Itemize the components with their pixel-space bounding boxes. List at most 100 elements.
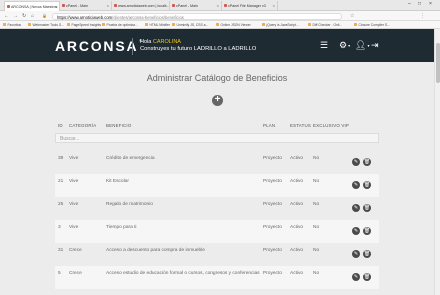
cell-id: 5 (58, 271, 61, 276)
header-divider (132, 38, 133, 55)
tab-label: www.arnoticiaweb.com | locali... (118, 4, 169, 8)
bookmark-item[interactable]: Prueba de optimiza... (102, 23, 138, 27)
tab-cpanel[interactable]: cPanel - Main × (60, 1, 112, 11)
page-title: Administrar Catálogo de Beneficios (146, 73, 288, 83)
url-input[interactable]: https://www.arnoticiaweb.com/clientes/ar… (52, 12, 342, 20)
logo-text: ARCONSA (55, 38, 139, 54)
column-header-estatus[interactable]: ESTATUS (290, 123, 311, 128)
cell-beneficio: Kit Escolar (106, 179, 129, 184)
bookmark-item[interactable]: Online JSON Viewer (216, 23, 251, 27)
page-scrollbar[interactable] (434, 29, 440, 295)
gear-icon[interactable]: ⚙▾ (339, 40, 350, 51)
menu-hamburger-icon[interactable]: ☰ (320, 40, 328, 50)
bookmark-item[interactable]: Unminify JS, CSS a... (172, 23, 209, 27)
favicon-icon (172, 4, 175, 7)
cell-vip: No (313, 271, 320, 276)
close-tab-icon[interactable]: × (217, 3, 219, 8)
cell-id: 31 (58, 248, 64, 253)
tab-cpanel-2[interactable]: cPanel - Main × (170, 1, 222, 11)
cell-categoria: Crece (69, 248, 82, 253)
delete-icon[interactable]: 🗑︎ (363, 250, 371, 258)
cell-id: 21 (58, 179, 64, 184)
cell-plan: Proyecto (263, 156, 282, 161)
bookmark-item[interactable]: HTML Minifier (145, 23, 170, 27)
table-row: 5 Crece Acceso estudio de educación form… (55, 266, 379, 289)
browser-tab-strip: ARCONSA | Nexus Maestros × cPanel - Main ×… (0, 0, 440, 11)
close-tab-icon[interactable]: × (107, 3, 109, 8)
cell-estatus: Activo (290, 248, 304, 253)
delete-icon[interactable]: 🗑︎ (363, 227, 371, 235)
cell-beneficio: Regalo de matrimonio (106, 202, 153, 207)
arconsa-logo[interactable]: ARCONSA® (55, 38, 142, 54)
url-host: https://www.arnoticiaweb.com (57, 14, 113, 20)
cell-estatus: Activo (290, 202, 304, 207)
add-benefit-button[interactable]: + (212, 95, 223, 106)
column-header-plan[interactable]: PLAN (263, 123, 275, 128)
tab-arnoticiaweb[interactable]: www.arnoticiaweb.com | locali... × (112, 1, 170, 11)
cell-beneficio: Tiempo para ti (106, 225, 137, 230)
table-row: 21 Vive Kit Escolar Proyecto Activo No ✎… (55, 174, 379, 197)
edit-icon[interactable]: ✎ (352, 158, 360, 166)
delete-icon[interactable]: 🗑︎ (363, 158, 371, 166)
logout-icon[interactable]: ⇥ (371, 40, 379, 50)
delete-icon[interactable]: 🗑︎ (363, 273, 371, 281)
cell-beneficio: Acceso estudio de educación formal o cur… (106, 271, 260, 276)
user-name: CAROLINA (152, 39, 181, 45)
forward-icon[interactable]: → (13, 13, 18, 19)
edit-icon[interactable]: ✎ (352, 273, 360, 281)
favicon-icon (7, 5, 10, 8)
maximize-icon[interactable]: □ (418, 1, 421, 7)
column-header-id[interactable]: ID (58, 123, 63, 128)
menu-icon[interactable]: ⋮ (420, 13, 425, 19)
lock-icon: 🔒 (42, 13, 47, 18)
home-icon[interactable]: ⌂ (31, 13, 34, 19)
edit-icon[interactable]: ✎ (352, 204, 360, 212)
edit-icon[interactable]: ✎ (352, 250, 360, 258)
main-content: Administrar Catálogo de Beneficios + ID … (0, 62, 434, 295)
bookmark-item[interactable]: PageSpeed Insights (67, 23, 102, 27)
address-bar: ← → ↻ ⌂ 🔒 https://www.arnoticiaweb.com/c… (0, 11, 440, 21)
close-tab-icon[interactable]: × (273, 3, 275, 8)
cell-id: 3 (58, 225, 61, 230)
cell-categoria: Vive (69, 202, 79, 207)
bookmarks-bar: Favoritos Webmaster Tools G... PageSpeed… (0, 21, 440, 29)
close-tab-icon[interactable]: × (165, 3, 167, 8)
cell-beneficio: Crédito de emergencia (106, 156, 155, 161)
column-header-beneficio[interactable]: BENEFICIO (106, 123, 131, 128)
close-window-icon[interactable]: × (429, 1, 432, 7)
reload-icon[interactable]: ↻ (22, 13, 26, 19)
cell-plan: Proyecto (263, 179, 282, 184)
cell-vip: No (313, 156, 320, 161)
star-icon[interactable]: ☆ (350, 13, 354, 19)
column-header-categoria[interactable]: CATEGORÍA (69, 123, 96, 128)
cell-id: 39 (58, 156, 64, 161)
close-tab-icon[interactable]: × (55, 4, 57, 9)
favicon-icon (114, 4, 117, 7)
edit-icon[interactable]: ✎ (352, 181, 360, 189)
search-input[interactable]: Buscar... (55, 133, 379, 143)
url-path: /clientes/arconsa-beneficios/beneficios (112, 14, 184, 20)
minimize-icon[interactable]: – (408, 1, 411, 7)
bookmark-item[interactable]: Diff Checker - Onli... (308, 23, 343, 27)
user-greeting: Hola CAROLINA (140, 39, 181, 45)
tab-label: cPanel - Main (176, 4, 198, 8)
cell-vip: No (313, 202, 320, 207)
delete-icon[interactable]: 🗑︎ (363, 204, 371, 212)
scrollbar-thumb[interactable] (436, 43, 440, 83)
cell-categoria: Vive (69, 179, 79, 184)
user-icon[interactable]: 👤︎▾ (355, 40, 369, 51)
bookmark-item[interactable]: jQuery is JavaScript... (262, 23, 299, 27)
cell-estatus: Activo (290, 271, 304, 276)
favicon-icon (224, 4, 227, 7)
edit-icon[interactable]: ✎ (352, 227, 360, 235)
column-header-exclusivo-vip[interactable]: EXCLUSIVO VIP (313, 123, 349, 128)
delete-icon[interactable]: 🗑︎ (363, 181, 371, 189)
back-icon[interactable]: ← (4, 13, 9, 19)
bookmark-item[interactable]: Favoritos (3, 23, 22, 27)
tab-file-manager[interactable]: cPanel File Manager v3 × (222, 1, 278, 11)
cell-vip: No (313, 179, 320, 184)
cell-estatus: Activo (290, 225, 304, 230)
bookmark-item[interactable]: Webmaster Tools G... (28, 23, 65, 27)
bookmark-item[interactable]: Closure Compiler S... (354, 23, 390, 27)
tab-arconsa[interactable]: ARCONSA | Nexus Maestros × (4, 1, 60, 11)
